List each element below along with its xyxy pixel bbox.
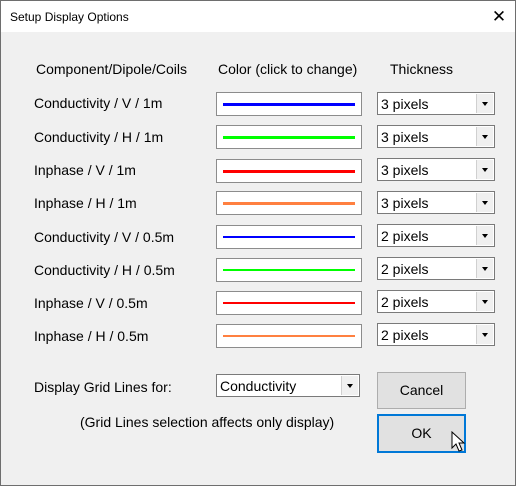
row-label: Conductivity / V / 0.5m [34,229,175,245]
color-swatch[interactable] [216,258,362,282]
color-line [223,269,355,271]
dropdown-arrow-icon[interactable] [341,376,358,395]
color-swatch[interactable] [216,191,362,215]
color-line [223,302,355,304]
thickness-select[interactable]: 3 pixels [377,92,495,115]
row-label: Conductivity / H / 1m [34,129,164,145]
dropdown-arrow-icon[interactable] [476,259,493,278]
thickness-select[interactable]: 3 pixels [377,191,495,214]
color-swatch[interactable] [216,159,362,183]
color-line [223,335,355,337]
thickness-select[interactable]: 2 pixels [377,224,495,247]
thickness-value: 2 pixels [381,228,429,244]
dropdown-arrow-icon[interactable] [476,94,493,113]
mouse-cursor-icon [451,431,466,452]
window-title: Setup Display Options [10,10,129,24]
header-component: Component/Dipole/Coils [36,61,187,77]
title-bar: Setup Display Options ✕ [1,1,515,32]
cancel-button[interactable]: Cancel [377,372,466,409]
color-swatch[interactable] [216,225,362,249]
thickness-value: 2 pixels [381,261,429,277]
row-label: Conductivity / V / 1m [34,95,163,111]
dropdown-arrow-icon[interactable] [476,127,493,146]
grid-lines-label: Display Grid Lines for: [34,379,172,395]
thickness-select[interactable]: 3 pixels [377,158,495,181]
grid-lines-select[interactable]: Conductivity [216,374,360,397]
thickness-value: 2 pixels [381,327,429,343]
row-label: Inphase / V / 0.5m [34,295,148,311]
thickness-value: 3 pixels [381,129,429,145]
thickness-select[interactable]: 2 pixels [377,323,495,346]
color-line [223,236,355,238]
dropdown-arrow-icon[interactable] [476,226,493,245]
color-swatch[interactable] [216,291,362,315]
thickness-select[interactable]: 2 pixels [377,290,495,313]
header-thickness: Thickness [390,61,454,77]
dropdown-arrow-icon[interactable] [476,160,493,179]
row-label: Inphase / H / 1m [34,195,137,211]
thickness-select[interactable]: 3 pixels [377,125,495,148]
dropdown-arrow-icon[interactable] [476,193,493,212]
grid-lines-value: Conductivity [220,378,297,394]
header-color: Color (click to change) [218,61,358,77]
color-line [223,136,355,139]
thickness-value: 3 pixels [381,162,429,178]
row-label: Inphase / V / 1m [34,162,136,178]
color-swatch[interactable] [216,125,362,149]
dropdown-arrow-icon[interactable] [476,292,493,311]
thickness-select[interactable]: 2 pixels [377,257,495,280]
color-line [223,103,355,106]
row-label: Conductivity / H / 0.5m [34,262,175,278]
color-swatch[interactable] [216,324,362,348]
color-line [223,202,355,205]
thickness-value: 3 pixels [381,195,429,211]
row-label: Inphase / H / 0.5m [34,328,149,344]
color-line [223,170,355,173]
grid-lines-note: (Grid Lines selection affects only displ… [80,414,335,430]
color-swatch[interactable] [216,92,362,116]
thickness-value: 3 pixels [381,96,429,112]
thickness-value: 2 pixels [381,294,429,310]
close-icon[interactable]: ✕ [483,1,515,32]
dropdown-arrow-icon[interactable] [476,325,493,344]
